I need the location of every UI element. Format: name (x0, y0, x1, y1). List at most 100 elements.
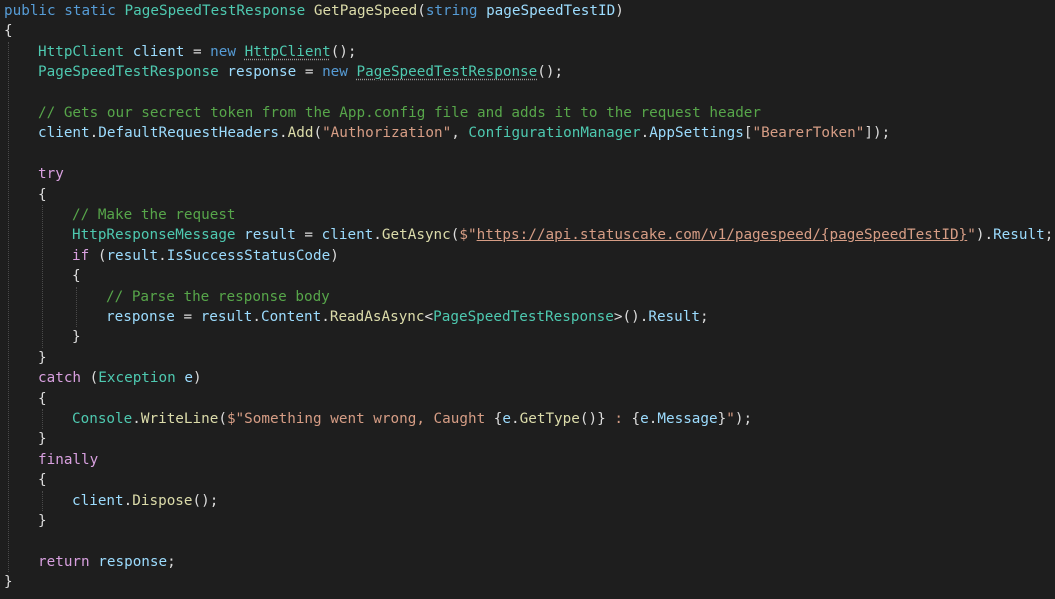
code-line[interactable]: { (38, 389, 47, 409)
code-token-punctuation (305, 3, 314, 19)
code-line[interactable]: client.Dispose(); (72, 491, 218, 511)
code-token-punctuation: = (296, 64, 323, 81)
code-line[interactable]: client.DefaultRequestHeaders.Add("Author… (38, 123, 890, 143)
code-line[interactable]: } (38, 348, 47, 368)
code-token-punctuation (236, 227, 245, 243)
code-token-comment: // Parse the response body (106, 288, 330, 305)
code-line[interactable]: Console.WriteLine($"Something went wrong… (72, 409, 752, 429)
code-token-url-link[interactable]: https://api.statuscake.com/v1/pagespeed/… (477, 227, 968, 243)
code-line[interactable]: } (38, 511, 47, 531)
code-token-punctuation (124, 44, 133, 60)
code-token-string-literal: " (726, 411, 735, 427)
code-token-punctuation: } (4, 574, 13, 591)
code-token-punctuation: . (158, 247, 167, 264)
code-line[interactable]: // Make the request (72, 205, 236, 225)
code-token-punctuation: (); (537, 64, 564, 81)
code-token-identifier: client (38, 125, 90, 142)
code-token-punctuation: (); (330, 43, 357, 60)
code-token-control-keyword: try (38, 166, 64, 183)
code-token-identifier: e (640, 411, 649, 427)
code-token-method-name: Dispose (132, 492, 193, 509)
code-token-punctuation: . (123, 492, 133, 509)
code-line[interactable]: HttpResponseMessage result = client.GetA… (72, 225, 1053, 245)
code-token-string-literal: : (605, 411, 632, 427)
code-token-method-name: Add (287, 125, 314, 142)
indent-guide (42, 409, 43, 430)
code-token-identifier: Result (648, 309, 700, 325)
code-token-identifier: client (72, 492, 124, 509)
code-token-punctuation: } (72, 329, 81, 346)
code-line[interactable]: } (72, 327, 81, 347)
code-token-punctuation: ( (417, 3, 426, 19)
code-token-punctuation: ; (167, 553, 176, 570)
code-line[interactable]: { (4, 21, 13, 41)
code-token-identifier: Result (993, 227, 1045, 244)
code-token-type-name: PageSpeedTestResponse (124, 3, 306, 19)
code-token-punctuation (116, 3, 125, 19)
code-token-control-keyword: finally (38, 451, 99, 468)
code-line[interactable]: // Gets our secrect token from the App.c… (38, 103, 761, 123)
code-line[interactable]: { (38, 185, 47, 205)
code-token-punctuation: . (511, 411, 520, 427)
code-token-punctuation: . (89, 125, 99, 142)
code-line[interactable]: { (38, 470, 47, 490)
code-token-punctuation: ( (313, 125, 323, 142)
code-line[interactable]: HttpClient client = new HttpClient(); (38, 42, 357, 62)
code-token-type-name: Exception (98, 370, 176, 387)
code-line[interactable]: } (4, 572, 13, 592)
code-editor[interactable]: public static PageSpeedTestResponse GetP… (0, 0, 1055, 599)
code-line[interactable]: public static PageSpeedTestResponse GetP… (4, 1, 624, 21)
code-token-punctuation: { (38, 472, 47, 489)
code-token-string-literal: " (967, 227, 976, 244)
code-line[interactable]: response = result.Content.ReadAsAsync<Pa… (106, 307, 709, 327)
code-line[interactable]: try (38, 164, 64, 184)
code-token-punctuation: } (38, 513, 47, 529)
code-line[interactable]: return response; (38, 552, 176, 572)
code-line[interactable]: catch (Exception e) (38, 368, 202, 388)
code-token-comment: // Make the request (72, 207, 236, 223)
code-token-punctuation: >(). (613, 309, 649, 325)
code-token-punctuation: = (184, 43, 211, 60)
code-token-identifier: response (227, 64, 297, 81)
code-token-method-name: GetType (519, 411, 580, 427)
code-token-type-name: Console (72, 411, 133, 427)
code-line[interactable]: // Parse the response body (106, 287, 330, 307)
code-token-punctuation: { (38, 186, 47, 203)
code-token-punctuation: ( (89, 247, 107, 264)
code-token-punctuation: } (38, 431, 47, 448)
code-line[interactable]: if (result.IsSuccessStatusCode) (72, 246, 339, 266)
code-token-punctuation: ; (700, 309, 709, 325)
code-token-control-keyword: return (38, 553, 90, 570)
code-token-keyword: new (210, 43, 236, 60)
code-token-type-name: ConfigurationManager (468, 125, 641, 142)
code-token-punctuation: . (640, 125, 650, 142)
code-line[interactable]: PageSpeedTestResponse response = new Pag… (38, 62, 563, 82)
code-token-punctuation: ( (81, 370, 99, 387)
code-token-punctuation: . (132, 411, 141, 427)
code-token-punctuation: = (174, 309, 201, 325)
code-token-keyword: string (425, 3, 478, 19)
code-token-identifier: DefaultRequestHeaders (98, 125, 280, 142)
code-token-punctuation: ). (975, 227, 994, 244)
code-token-string-literal: "BearerToken" (752, 125, 865, 142)
code-token-punctuation: { (4, 23, 13, 40)
code-token-punctuation: { (631, 411, 641, 427)
code-line[interactable]: finally (38, 450, 98, 470)
code-token-punctuation: ]); (864, 125, 891, 142)
code-token-method-name: ReadAsAsync (329, 309, 425, 325)
indent-guide (76, 286, 77, 328)
code-token-punctuation (236, 44, 245, 60)
code-line[interactable]: } (38, 429, 47, 449)
code-token-control-keyword: catch (38, 370, 82, 387)
code-token-identifier: response (106, 309, 175, 325)
code-token-identifier: Message (657, 411, 718, 427)
code-token-identifier: e (184, 370, 193, 387)
code-token-method-name: GetPageSpeed (313, 3, 418, 19)
code-token-punctuation: } (38, 349, 47, 366)
code-token-method-name: GetAsync (381, 227, 451, 244)
code-token-punctuation: < (424, 309, 434, 325)
code-token-punctuation: ; (1044, 227, 1054, 244)
code-token-comment: // Gets our secrect token from the App.c… (38, 105, 762, 121)
code-line[interactable]: { (72, 266, 81, 286)
code-token-identifier: result (106, 247, 159, 264)
